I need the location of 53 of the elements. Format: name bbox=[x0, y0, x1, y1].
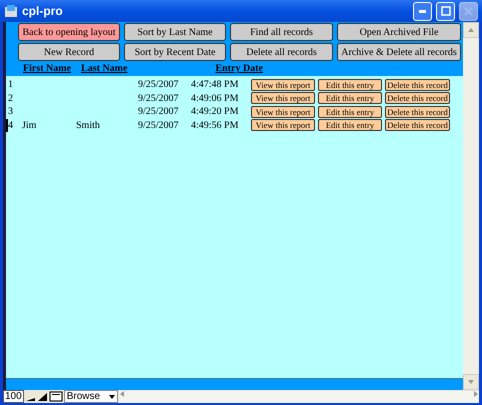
close-icon bbox=[464, 6, 473, 16]
row-number: 1 bbox=[8, 79, 14, 90]
record-action-button[interactable]: Delete this record bbox=[385, 106, 450, 118]
entry-date: 9/25/2007 bbox=[138, 92, 180, 104]
record-action-button[interactable]: Delete this record bbox=[385, 119, 450, 132]
first-name: Jim bbox=[22, 120, 38, 131]
layout-button[interactable]: Sort by Last Name bbox=[124, 23, 226, 41]
entry-time: 4:49:20 PM bbox=[191, 106, 240, 118]
entry-date: 9/25/2007 bbox=[138, 120, 180, 131]
row-number: 3 bbox=[8, 106, 14, 118]
record-action-button[interactable]: Delete this record bbox=[385, 78, 450, 91]
record-action-button[interactable]: View this report bbox=[251, 92, 315, 104]
layout-button[interactable]: Back to opening layout bbox=[18, 23, 120, 41]
record-action-button[interactable]: Edit this entry bbox=[318, 78, 382, 91]
minimize-icon bbox=[419, 10, 426, 12]
layout-button[interactable]: Archive & Delete all records bbox=[337, 43, 461, 61]
record-action-button[interactable]: View this report bbox=[251, 78, 315, 91]
entry-date: 9/25/2007 bbox=[138, 79, 180, 90]
scroll-down-icon[interactable] bbox=[468, 379, 474, 385]
record-action-button[interactable]: Edit this entry bbox=[318, 106, 382, 118]
layout-button[interactable]: Delete all records bbox=[230, 43, 333, 61]
caret-icon bbox=[108, 394, 115, 398]
window-title: cpl-pro bbox=[22, 4, 64, 18]
horizontal-scrollbar[interactable] bbox=[118, 390, 479, 402]
layout-button[interactable]: Sort by Recent Date bbox=[124, 43, 226, 61]
record-action-button[interactable]: View this report bbox=[251, 119, 315, 132]
column-header[interactable]: Entry Date bbox=[215, 63, 263, 74]
close-button[interactable] bbox=[459, 2, 478, 20]
record-action-button[interactable]: Delete this record bbox=[385, 92, 450, 104]
record-action-button[interactable]: View this report bbox=[251, 106, 315, 118]
entry-time: 4:49:06 PM bbox=[191, 92, 240, 104]
column-header[interactable]: Last Name bbox=[81, 63, 128, 74]
zoom-level[interactable]: 100 bbox=[3, 390, 24, 403]
entry-date: 9/25/2007 bbox=[138, 106, 180, 118]
layout-button[interactable]: Open Archived File bbox=[337, 23, 461, 41]
scroll-up-icon[interactable] bbox=[468, 27, 474, 33]
entry-time: 4:47:48 PM bbox=[191, 79, 240, 90]
column-header[interactable]: First Name bbox=[23, 63, 72, 74]
record-action-button[interactable]: Edit this entry bbox=[318, 92, 382, 104]
record-action-button[interactable]: Edit this entry bbox=[318, 119, 382, 132]
entry-time: 4:49:56 PM bbox=[191, 120, 240, 131]
row-number: 4 bbox=[8, 120, 14, 131]
last-name: Smith bbox=[76, 120, 101, 131]
minimize-button[interactable] bbox=[413, 2, 432, 20]
row-number: 2 bbox=[8, 92, 14, 104]
layout-icon[interactable] bbox=[48, 391, 63, 402]
vertical-scrollbar[interactable] bbox=[463, 22, 479, 390]
maximize-button[interactable] bbox=[436, 2, 455, 20]
maximize-icon bbox=[440, 6, 450, 16]
layout-button[interactable]: New Record bbox=[18, 43, 120, 61]
mode-dropdown[interactable]: Browse bbox=[64, 390, 118, 403]
layout-button[interactable]: Find all records bbox=[230, 23, 333, 41]
app-icon bbox=[4, 4, 18, 18]
